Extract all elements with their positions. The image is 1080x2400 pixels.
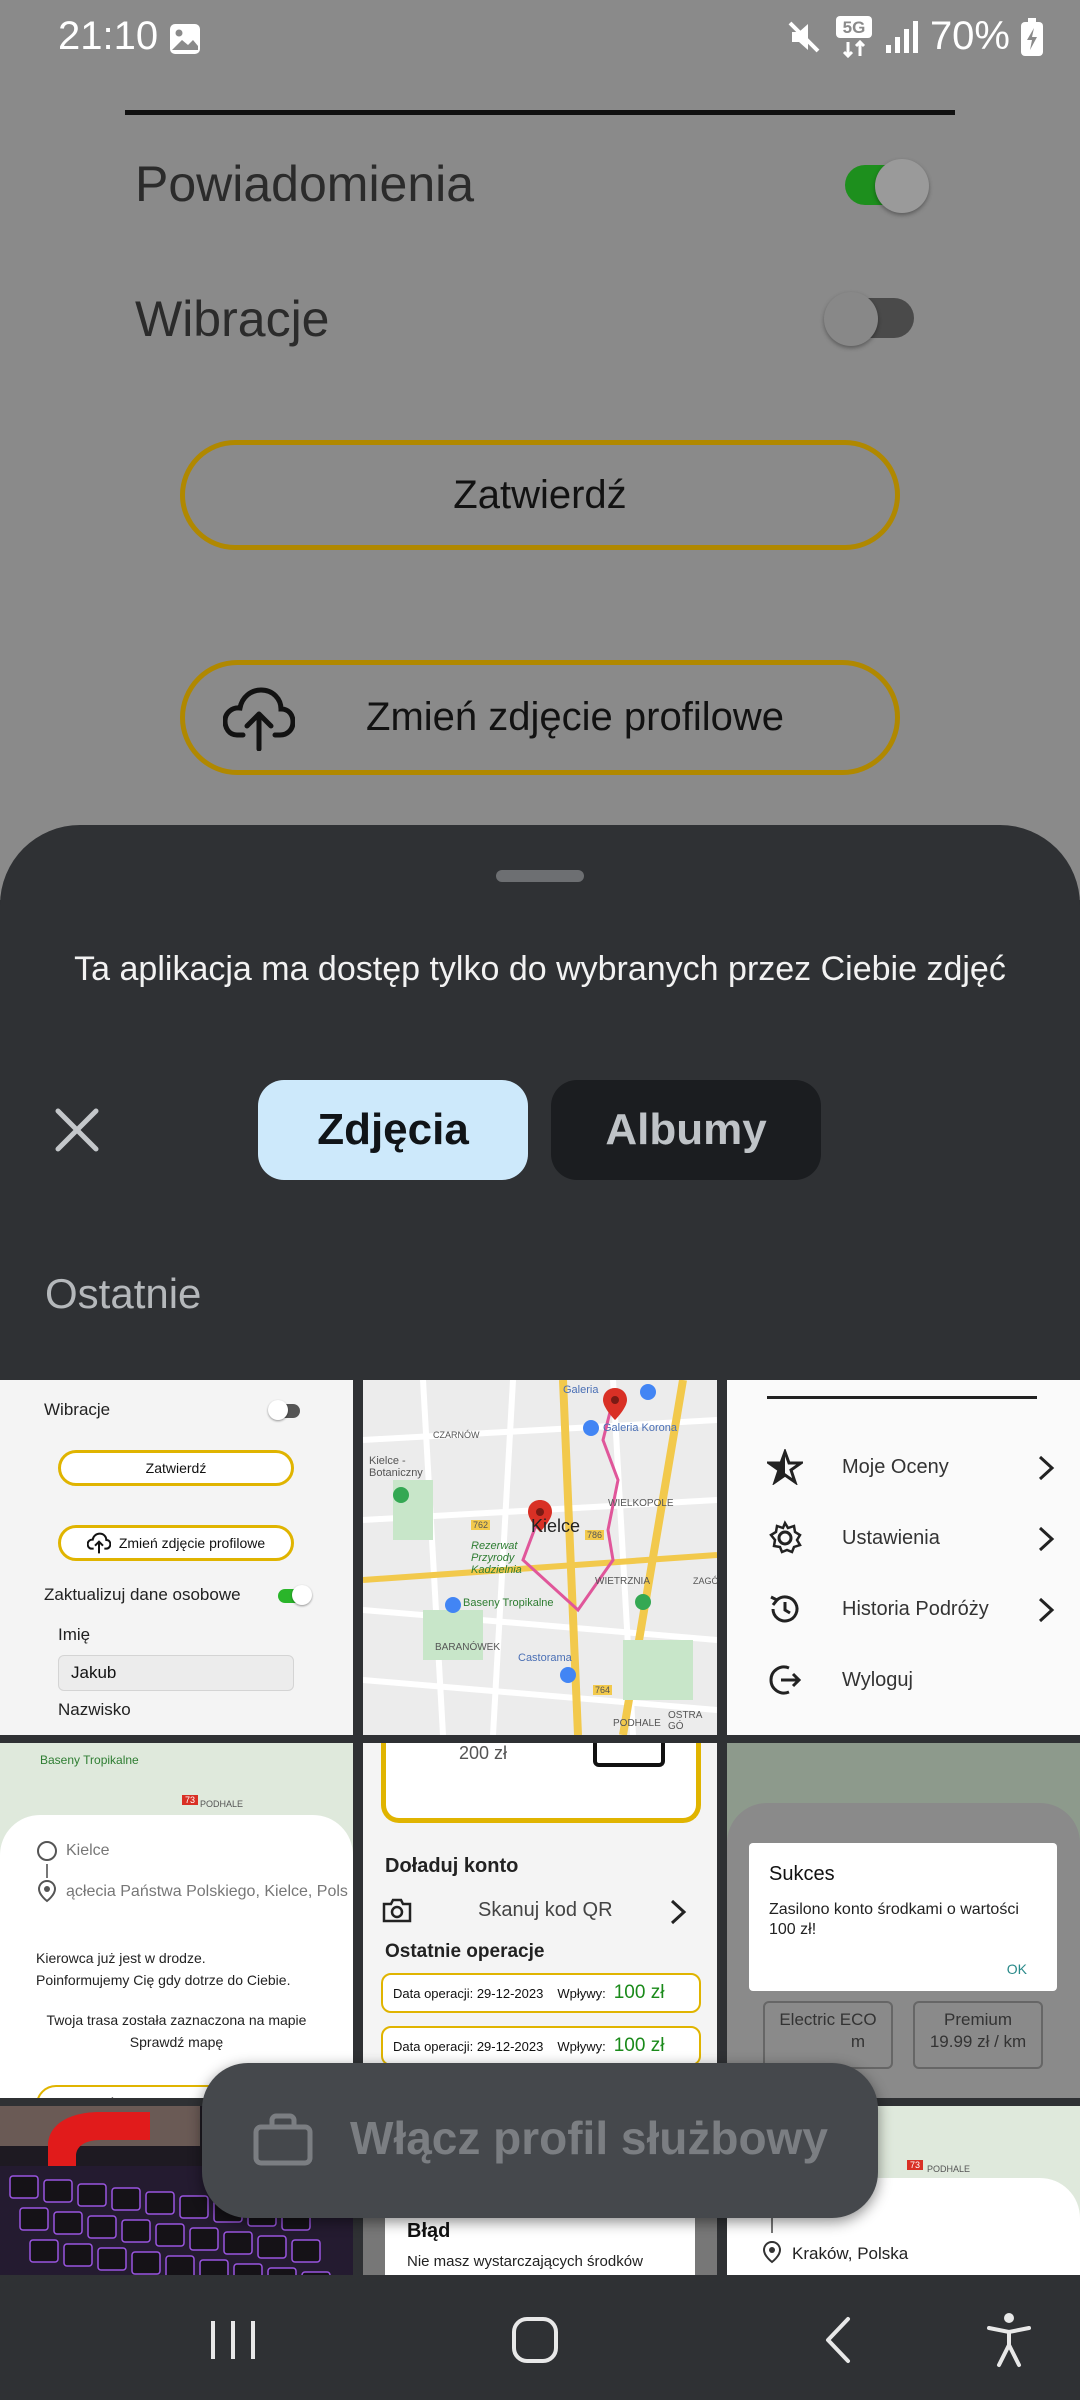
vibrations-label: Wibracje [135,291,330,347]
image-icon [170,24,200,54]
photo-thumbnail-dialog[interactable]: Electric ECO m Premium 19.99 zł / km Suk… [727,1743,1080,2098]
network-5g-icon: 5G [835,15,872,58]
navigation-bar [0,2275,1080,2400]
photo-thumbnail-settings[interactable]: Wibracje Zatwierdź Zmień zdjęcie profilo… [0,1380,353,1735]
chevron-right-icon [1038,1526,1055,1552]
signal-icon [885,20,918,53]
notifications-toggle[interactable] [845,159,929,213]
recents-button[interactable] [205,2317,261,2363]
logout-icon [769,1665,802,1695]
location-pin-icon [762,2240,782,2264]
confirm-button[interactable]: Zatwierdź [180,440,900,550]
tab-photos[interactable]: Zdjęcia [258,1080,528,1180]
divider [125,110,955,115]
background-app: 21:10 5G 70% Powiadomienia Wibracje Zatw… [0,0,1080,900]
vibrations-toggle[interactable] [824,292,914,346]
chevron-right-icon [1038,1597,1055,1623]
work-profile-label: Włącz profil służbowy [350,2112,828,2164]
photo-thumbnail-route[interactable]: Baseny Tropikalne 73 PODHALE Kielce ącłe… [0,1743,353,2098]
origin-marker-icon [37,1841,57,1861]
back-button[interactable] [818,2315,858,2365]
photo-thumbnail-wallet[interactable]: 200 zł Doładuj konto Skanuj kod QR Ostat… [363,1743,717,2098]
home-button[interactable] [510,2315,560,2365]
work-profile-button[interactable]: Włącz profil służbowy [202,2063,878,2218]
gear-icon [769,1520,802,1554]
accessibility-icon[interactable] [985,2311,1033,2369]
success-dialog: Sukces Zasilono konto środkami o wartośc… [749,1843,1057,1991]
camera-icon [382,1898,412,1923]
mute-icon [788,21,820,52]
upload-cloud-icon [86,1532,111,1554]
close-icon[interactable] [52,1105,102,1155]
sheet-title: Ta aplikacja ma dostęp tylko do wybranyc… [74,950,1006,988]
battery-percent: 70% [929,14,1010,58]
notifications-label: Powiadomienia [135,156,475,212]
star-icon [767,1449,803,1485]
photo-thumbnail-map[interactable]: Galeria Galeria Korona CZARNÓW Kielce - … [363,1380,717,1735]
history-icon [770,1595,799,1623]
photo-picker-sheet: Ta aplikacja ma dostęp tylko do wybranyc… [0,825,1080,2275]
location-pin-icon [37,1879,57,1903]
change-photo-label: Zmień zdjęcie profilowe [366,695,784,739]
chevron-right-icon [670,1899,687,1925]
photo-thumbnail-menu[interactable]: Moje Oceny Ustawienia Historia Podróży W… [727,1380,1080,1735]
battery-charging-icon [1021,17,1043,56]
tab-albums[interactable]: Albumy [551,1080,821,1180]
chevron-right-icon [1038,1455,1055,1481]
briefcase-icon [253,2113,313,2166]
status-bar: 21:10 5G 70% [0,0,1080,80]
drag-handle[interactable] [496,870,584,882]
svg-text:5G: 5G [843,18,866,37]
recent-section-label: Ostatnie [45,1270,202,1317]
upload-cloud-icon [223,687,295,751]
change-photo-button[interactable]: Zmień zdjęcie profilowe [180,660,900,775]
status-time: 21:10 [58,14,159,58]
